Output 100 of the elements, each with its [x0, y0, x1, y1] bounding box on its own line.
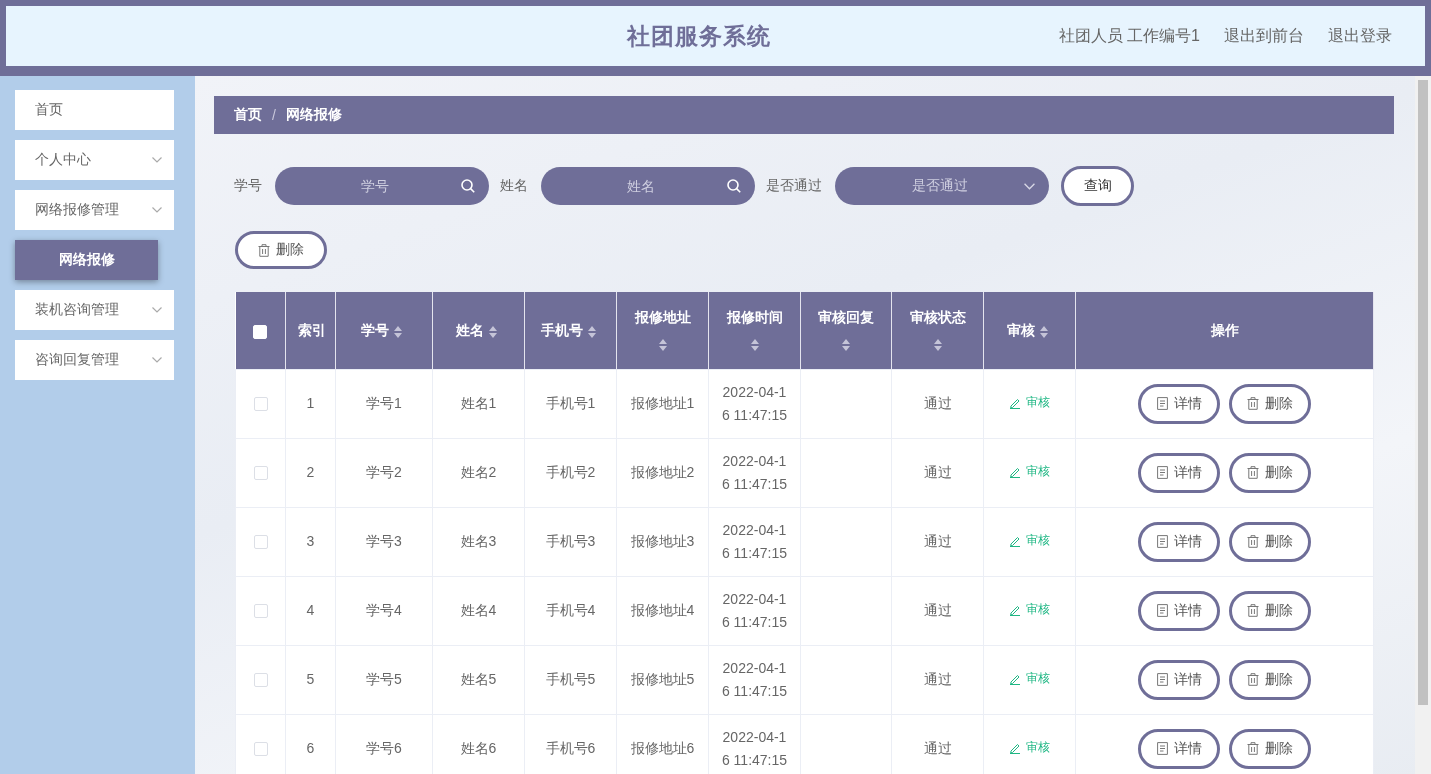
pencil-icon: [1009, 741, 1021, 754]
table-cell: 学号1: [366, 395, 402, 411]
detail-button[interactable]: 详情: [1138, 452, 1220, 493]
sidebar-item[interactable]: 装机咨询管理: [15, 290, 174, 330]
checkbox[interactable]: [253, 466, 268, 481]
select-field[interactable]: 是否通过: [835, 167, 1049, 205]
table-cell: 手机号5: [545, 671, 596, 687]
delete-button[interactable]: 删除: [1229, 659, 1311, 700]
table-cell: 2022-04-16 11:47:15: [721, 383, 788, 423]
table-cell: 学号6: [366, 740, 402, 756]
pencil-icon: [1009, 465, 1021, 478]
query-button[interactable]: 查询: [1061, 166, 1134, 206]
sort-icon[interactable]: [487, 324, 498, 339]
delete-button[interactable]: 删除: [1229, 521, 1311, 562]
table-cell: 报修地址2: [630, 464, 695, 480]
document-icon: [1156, 742, 1168, 755]
table-cell: 2022-04-16 11:47:15: [721, 659, 788, 699]
table-cell: 报修地址6: [630, 740, 695, 756]
delete-button[interactable]: 删除: [1229, 728, 1311, 769]
delete-button[interactable]: 删除: [1229, 452, 1311, 493]
detail-button[interactable]: 详情: [1138, 383, 1220, 424]
sort-icon[interactable]: [1038, 324, 1049, 339]
search-field[interactable]: 姓名: [541, 167, 755, 205]
chevron-down-icon: [152, 157, 162, 163]
chevron-down-icon: [1024, 182, 1035, 190]
pencil-icon: [1009, 534, 1021, 547]
sidebar-item[interactable]: 咨询回复管理: [15, 340, 174, 380]
table-cell: 2: [306, 464, 315, 480]
trash-icon: [258, 243, 270, 257]
scrollbar-thumb[interactable]: [1418, 80, 1428, 705]
search-field[interactable]: 学号: [275, 167, 489, 205]
delete-button[interactable]: 删除: [1229, 383, 1311, 424]
delete-button[interactable]: 删除: [235, 231, 327, 269]
table-cell: 2022-04-16 11:47:15: [721, 452, 788, 492]
table-cell: 通过: [923, 671, 952, 687]
breadcrumb-link[interactable]: 首页: [234, 106, 262, 124]
pencil-icon: [1009, 603, 1021, 616]
column-header: 审核: [1006, 322, 1035, 339]
table-cell: 手机号3: [545, 533, 596, 549]
trash-icon: [1247, 466, 1259, 479]
column-header: 操作: [1210, 322, 1239, 339]
breadcrumb-separator: /: [272, 107, 276, 123]
sidebar-item[interactable]: 个人中心: [15, 140, 174, 180]
trash-icon: [1247, 535, 1259, 548]
document-icon: [1156, 604, 1168, 617]
table-cell: 通过: [923, 740, 952, 756]
table-cell: 4: [306, 602, 315, 618]
sidebar-item[interactable]: 网络报修管理: [15, 190, 174, 230]
chevron-down-icon: [152, 207, 162, 213]
table-cell: 报修地址3: [630, 533, 695, 549]
table-cell: 2022-04-16 11:47:15: [721, 521, 788, 561]
column-header: 姓名: [455, 322, 484, 339]
table-cell: 姓名5: [460, 671, 497, 687]
detail-button[interactable]: 详情: [1138, 659, 1220, 700]
document-icon: [1156, 466, 1168, 479]
checkbox[interactable]: [253, 604, 268, 619]
filter-label: 是否通过: [766, 177, 822, 195]
table-cell: 报修地址5: [630, 671, 695, 687]
document-icon: [1156, 673, 1168, 686]
filter-label: 姓名: [500, 177, 528, 195]
sort-icon[interactable]: [586, 324, 597, 339]
table-cell: 学号3: [366, 533, 402, 549]
table-cell: 姓名3: [460, 533, 497, 549]
checkbox[interactable]: [253, 397, 268, 412]
trash-icon: [1247, 604, 1259, 617]
table-cell: 姓名1: [460, 395, 497, 411]
column-header: 报修时间: [726, 309, 783, 326]
checkbox[interactable]: [253, 535, 268, 550]
sidebar-item[interactable]: 首页: [15, 90, 174, 130]
checkbox[interactable]: [253, 673, 268, 688]
sort-icon[interactable]: [749, 337, 760, 352]
table-cell: 通过: [923, 395, 952, 411]
sort-icon[interactable]: [932, 337, 943, 352]
table-cell: 手机号2: [545, 464, 596, 480]
sort-icon[interactable]: [657, 337, 668, 352]
header-link[interactable]: 退出到前台: [1224, 25, 1304, 47]
document-icon: [1156, 397, 1168, 410]
table-cell: 手机号1: [545, 395, 596, 411]
pencil-icon: [1009, 396, 1021, 409]
detail-button[interactable]: 详情: [1138, 521, 1220, 562]
sidebar-subitem[interactable]: 网络报修: [15, 240, 158, 280]
table-cell: 通过: [923, 464, 952, 480]
sort-icon[interactable]: [841, 337, 851, 352]
header-link[interactable]: 退出登录: [1328, 25, 1392, 47]
column-header: 学号: [361, 322, 389, 339]
sort-icon[interactable]: [393, 324, 403, 339]
detail-button[interactable]: 详情: [1138, 590, 1220, 631]
table-cell: 通过: [923, 533, 952, 549]
table-cell: 手机号4: [545, 602, 596, 618]
column-header: 报修地址: [634, 309, 691, 326]
detail-button[interactable]: 详情: [1138, 728, 1220, 769]
table-cell: 报修地址1: [630, 395, 695, 411]
search-icon: [461, 179, 475, 193]
app-title: 社团服务系统: [627, 21, 771, 51]
delete-button[interactable]: 删除: [1229, 590, 1311, 631]
pencil-icon: [1009, 672, 1021, 685]
trash-icon: [1247, 673, 1259, 686]
search-icon: [727, 179, 741, 193]
checkbox[interactable]: [253, 742, 268, 757]
table-cell: 报修地址4: [630, 602, 695, 618]
